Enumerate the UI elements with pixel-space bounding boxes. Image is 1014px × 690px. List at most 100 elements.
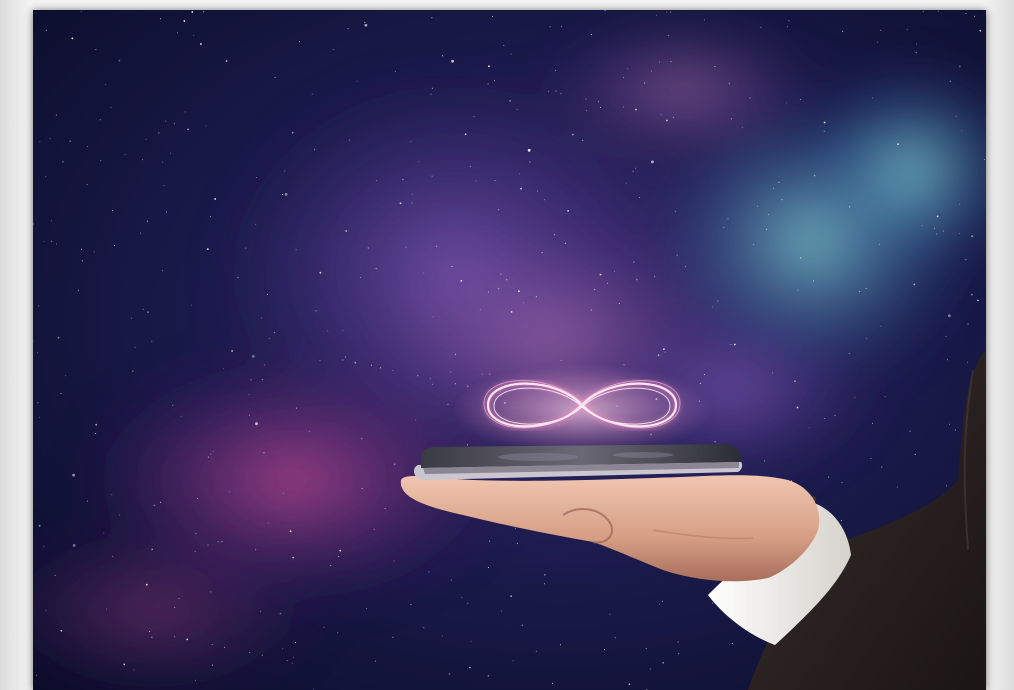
star xyxy=(379,367,381,369)
star xyxy=(411,202,413,204)
star xyxy=(473,116,475,117)
star xyxy=(961,130,963,132)
star xyxy=(111,494,113,496)
star xyxy=(428,571,430,573)
star xyxy=(442,55,444,57)
star xyxy=(56,243,58,245)
star xyxy=(410,604,412,606)
star xyxy=(289,530,292,533)
star xyxy=(295,249,297,251)
star xyxy=(768,214,770,216)
star xyxy=(656,14,658,16)
star xyxy=(749,97,751,99)
star xyxy=(237,277,239,279)
star xyxy=(292,556,295,559)
star xyxy=(676,254,678,256)
star xyxy=(431,17,433,19)
star xyxy=(249,652,251,653)
star xyxy=(922,11,924,13)
star xyxy=(319,360,321,362)
star xyxy=(142,159,143,161)
star xyxy=(38,305,40,307)
star xyxy=(752,243,754,245)
star xyxy=(323,626,325,628)
star xyxy=(71,37,74,40)
star xyxy=(813,280,814,282)
star xyxy=(628,683,631,686)
star xyxy=(274,76,276,78)
star xyxy=(375,267,377,269)
star xyxy=(475,180,477,182)
star xyxy=(151,340,153,342)
star xyxy=(555,70,557,71)
star xyxy=(367,247,369,249)
star xyxy=(651,160,654,164)
star xyxy=(509,100,511,102)
star xyxy=(699,383,701,384)
star xyxy=(118,59,121,62)
star xyxy=(959,233,961,234)
star xyxy=(741,127,743,128)
star xyxy=(503,44,505,46)
star xyxy=(210,453,212,455)
star xyxy=(451,266,453,267)
star xyxy=(670,61,672,63)
star xyxy=(174,123,175,125)
star xyxy=(212,664,213,666)
star xyxy=(469,666,471,669)
star xyxy=(757,205,759,207)
star xyxy=(553,234,555,236)
star xyxy=(632,170,634,172)
star xyxy=(872,422,873,424)
star xyxy=(659,603,661,605)
star xyxy=(633,261,635,263)
star xyxy=(95,433,97,434)
star xyxy=(635,108,637,111)
star xyxy=(211,644,213,646)
star xyxy=(435,245,437,247)
star xyxy=(93,251,95,253)
star xyxy=(375,660,376,662)
star xyxy=(909,430,911,432)
star xyxy=(146,220,148,222)
star xyxy=(392,636,394,638)
star xyxy=(813,174,816,177)
star xyxy=(450,579,452,581)
star xyxy=(43,545,45,547)
star xyxy=(147,311,149,313)
star xyxy=(572,133,574,136)
star xyxy=(703,19,705,21)
star xyxy=(213,450,215,452)
star xyxy=(466,385,469,388)
star xyxy=(564,242,566,244)
star xyxy=(623,77,624,79)
star xyxy=(165,120,167,122)
star xyxy=(561,25,562,27)
star xyxy=(797,289,799,291)
star xyxy=(730,344,732,346)
star xyxy=(86,184,88,186)
star xyxy=(77,289,79,291)
star xyxy=(60,629,63,632)
star xyxy=(454,353,456,355)
star xyxy=(151,548,154,551)
star xyxy=(210,216,212,218)
star xyxy=(259,610,261,612)
star xyxy=(314,149,316,151)
star xyxy=(510,595,512,598)
star xyxy=(714,441,716,443)
star xyxy=(373,528,375,530)
star xyxy=(354,361,357,364)
star xyxy=(635,278,638,281)
star xyxy=(261,379,263,381)
star xyxy=(549,26,551,28)
star xyxy=(172,404,174,406)
star xyxy=(180,416,182,418)
star xyxy=(965,259,967,261)
star xyxy=(411,193,413,195)
star xyxy=(521,624,524,627)
star xyxy=(651,70,653,72)
star xyxy=(110,107,112,109)
star xyxy=(39,141,41,143)
star xyxy=(915,52,917,54)
